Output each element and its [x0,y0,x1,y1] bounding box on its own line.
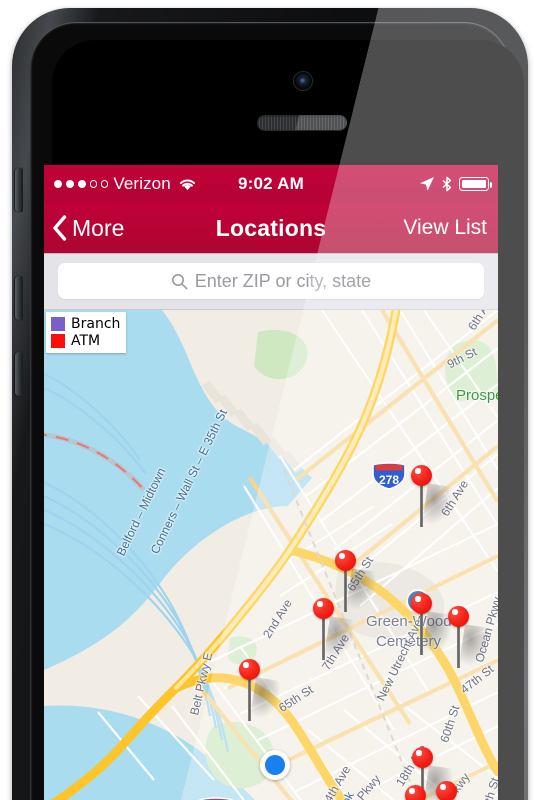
front-camera-icon [294,72,312,90]
interstate-shield-icon: 278 [372,462,406,490]
bluetooth-icon [442,176,452,192]
navigation-bar: More Locations View List [44,203,498,253]
branch-color-swatch [51,316,65,331]
legend-item-branch: Branch [51,315,120,332]
phone-screen: Verizon 9:02 AM More Locations View List… [44,165,498,800]
legend-label-atm: ATM [71,332,101,349]
view-list-button[interactable]: View List [403,203,487,253]
status-bar-right [419,165,493,203]
current-location-dot [260,750,290,780]
svg-text:278: 278 [379,473,399,487]
earpiece-speaker [257,115,347,130]
search-bar-container: Enter ZIP or city, state [44,253,498,310]
legend-label-branch: Branch [71,315,121,332]
search-placeholder: Enter ZIP or city, state [195,271,371,292]
map-base-graphics [44,310,498,800]
legend-item-atm: ATM [51,332,120,349]
volume-down-button[interactable] [15,352,23,396]
search-input[interactable]: Enter ZIP or city, state [58,263,484,299]
search-placeholder-suffix: state [332,270,372,291]
map-legend: Branch ATM [46,312,127,353]
search-icon [171,273,188,289]
silent-switch-button[interactable] [15,168,23,212]
map-label: Prospect Park [456,387,498,404]
status-bar: Verizon 9:02 AM [44,165,498,203]
search-placeholder-prefix: Enter ZIP or city, [194,270,328,291]
map-view[interactable]: Branch ATM Belford – Midtown Conners – Wa… [44,310,498,800]
screenshot-stage: Verizon 9:02 AM More Locations View List… [0,0,540,800]
volume-up-button[interactable] [15,276,23,320]
location-arrow-icon [420,177,434,191]
atm-color-swatch [51,333,65,348]
battery-full-icon [459,177,493,191]
